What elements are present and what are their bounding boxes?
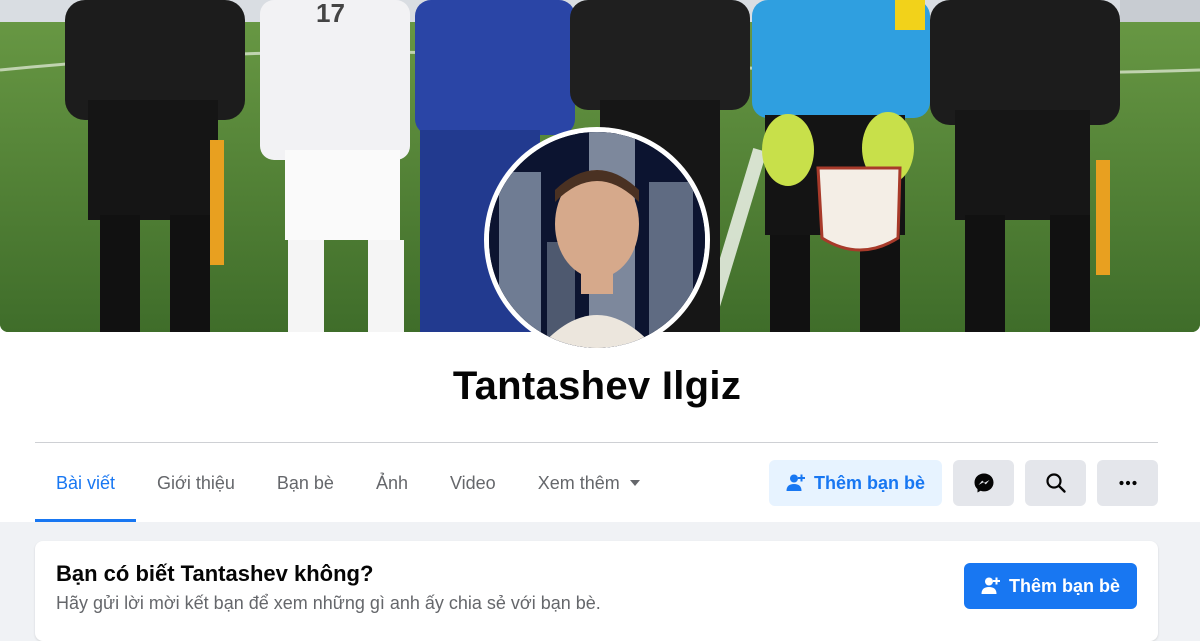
tab-label: Xem thêm — [537, 472, 620, 493]
tab-videos[interactable]: Video — [429, 444, 517, 522]
avatar-image — [489, 132, 705, 348]
add-friend-icon — [786, 474, 805, 491]
card-subtitle: Hãy gửi lời mời kết bạn để xem những gì … — [56, 593, 601, 613]
divider — [35, 442, 1158, 443]
tab-label: Ảnh — [375, 472, 408, 493]
messenger-button[interactable] — [953, 460, 1014, 506]
caret-down-icon — [629, 480, 640, 486]
tab-posts[interactable]: Bài viết — [35, 444, 137, 522]
add-friend-button[interactable]: Thêm bạn bè — [769, 460, 942, 506]
messenger-icon — [974, 473, 993, 493]
add-friend-primary-label: Thêm bạn bè — [1008, 575, 1120, 596]
tab-label: Bạn bè — [276, 472, 334, 493]
add-friend-primary-button[interactable]: Thêm bạn bè — [964, 563, 1137, 609]
profile-header: 17 Tantashev Ilgiz Bài viết Giới thiệu B… — [0, 0, 1200, 522]
more-icon — [1118, 480, 1137, 486]
tab-label: Video — [449, 472, 496, 493]
profile-actions: Thêm bạn bè — [769, 460, 1158, 506]
friend-suggestion-card: Bạn có biết Tantashev không? Hãy gửi lời… — [35, 541, 1158, 641]
card-title: Bạn có biết Tantashev không? — [56, 561, 374, 586]
svg-text:17: 17 — [316, 0, 345, 28]
profile-tabs: Bài viết Giới thiệu Bạn bè Ảnh Video Xem… — [35, 444, 661, 522]
tab-label: Giới thiệu — [157, 472, 235, 493]
tab-friends[interactable]: Bạn bè — [256, 444, 355, 522]
tab-label: Bài viết — [56, 472, 116, 493]
tab-more[interactable]: Xem thêm — [517, 444, 661, 522]
more-options-button[interactable] — [1097, 460, 1158, 506]
tab-about[interactable]: Giới thiệu — [136, 444, 256, 522]
tab-photos[interactable]: Ảnh — [355, 444, 429, 522]
add-friend-label: Thêm bạn bè — [813, 472, 925, 493]
profile-avatar[interactable] — [484, 127, 710, 353]
search-icon — [1045, 473, 1066, 493]
search-button[interactable] — [1025, 460, 1086, 506]
profile-name: Tantashev Ilgiz — [452, 364, 742, 408]
add-friend-icon — [981, 577, 1000, 594]
